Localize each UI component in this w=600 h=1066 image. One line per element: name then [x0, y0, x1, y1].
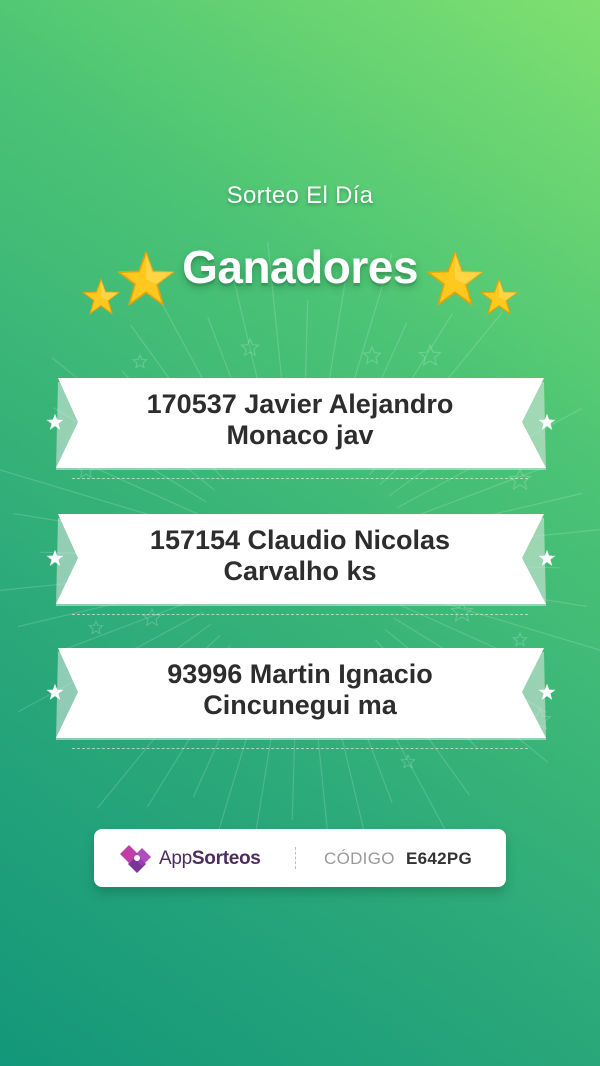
star-icon [538, 413, 556, 430]
star-icon [46, 683, 64, 700]
star-icon [538, 549, 556, 566]
winner-name: 157154 Claudio Nicolas Carvalho ks [90, 525, 510, 587]
winner-name: 170537 Javier Alejandro Monaco jav [90, 389, 510, 451]
star-icon [480, 278, 518, 315]
winner-ribbon: 170537 Javier Alejandro Monaco jav [0, 378, 600, 479]
appsorteos-logo-icon [120, 845, 151, 873]
brand-name-part-2: Sorteos [191, 848, 261, 869]
winner-line-1: 93996 Martin Ignacio [167, 659, 433, 689]
brand-name: AppSorteos [159, 848, 261, 870]
winner-line-2: Monaco jav [226, 420, 374, 450]
winner-line-2: Carvalho ks [223, 556, 377, 586]
star-outline-icon [132, 353, 148, 369]
winner-ribbon: 93996 Martin Ignacio Cincunegui ma [0, 648, 600, 749]
badge-separator [295, 847, 296, 869]
winner-line-2: Cincunegui ma [203, 690, 397, 720]
winner-line-1: 157154 Claudio Nicolas [149, 525, 451, 555]
star-outline-icon [362, 345, 382, 365]
code-label: CÓDIGO [324, 849, 395, 868]
star-icon [82, 278, 120, 315]
star-icon [46, 549, 64, 566]
dashed-divider [72, 478, 528, 479]
dashed-divider [72, 614, 528, 615]
star-icon [426, 251, 484, 306]
star-outline-icon [512, 631, 528, 647]
winner-ribbon: 157154 Claudio Nicolas Carvalho ks [0, 514, 600, 615]
code-value: E642PG [406, 849, 473, 868]
brand-code-badge: AppSorteos CÓDIGO E642PG [94, 829, 506, 887]
winners-screen: Sorteo El Día Ganadores 170537 Javier Al… [0, 0, 600, 1066]
brand-name-part-1: App [159, 848, 192, 869]
star-icon [117, 251, 175, 306]
dashed-divider [72, 748, 528, 749]
star-icon [538, 683, 556, 700]
raffle-name: Sorteo El Día [226, 182, 374, 209]
winner-name: 93996 Martin Ignacio Cincunegui ma [90, 659, 510, 721]
star-icon [46, 413, 64, 430]
winner-line-1: 170537 Javier Alejandro [146, 389, 454, 419]
star-outline-icon [88, 619, 104, 635]
